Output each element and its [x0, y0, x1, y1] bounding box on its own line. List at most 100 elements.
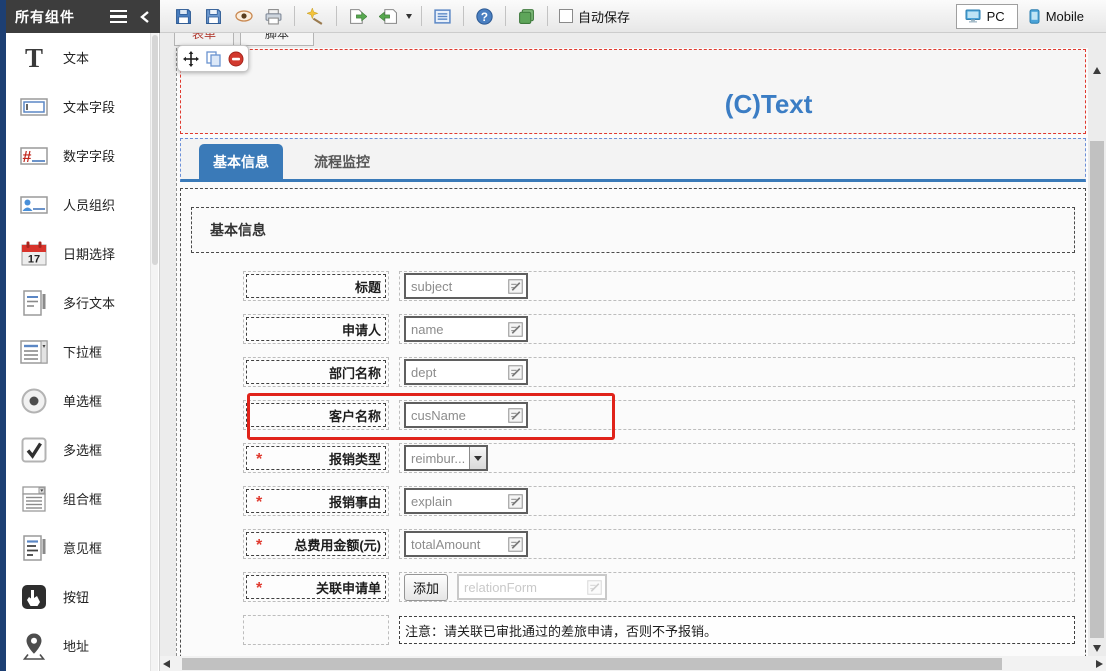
pc-monitor-icon — [965, 9, 981, 23]
help-icon[interactable]: ? — [471, 4, 498, 29]
component-mini-toolbar — [177, 45, 249, 72]
sidebar-item-person-org[interactable]: 人员组织 — [6, 180, 159, 229]
combobox-icon — [18, 483, 50, 515]
canvas-horizontal-scrollbar[interactable] — [160, 656, 1106, 671]
field-input-name[interactable]: name — [404, 316, 528, 342]
section-header[interactable]: 基本信息 — [191, 207, 1075, 253]
scroll-right-arrow-icon[interactable] — [1096, 660, 1103, 668]
sidebar-item-address[interactable]: 地址 — [6, 621, 159, 670]
text-field-icon — [18, 91, 50, 123]
sidebar-scrollbar[interactable] — [150, 33, 158, 671]
horizontal-scroll-thumb[interactable] — [182, 657, 1002, 670]
save-as-icon[interactable] — [200, 4, 227, 29]
mobile-phone-icon — [1029, 8, 1040, 24]
form-tab-strip: 基本信息 流程监控 — [180, 138, 1086, 182]
form-body-container: 基本信息 标题 subject 申请人 name 部门名称 dept 客户名称 … — [180, 188, 1086, 671]
sidebar-item-dropdown[interactable]: 下拉框 — [6, 327, 159, 376]
add-relation-button[interactable]: 添加 — [404, 573, 449, 601]
svg-text:17: 17 — [28, 253, 40, 265]
note-text-component[interactable]: 注意：请关联已审批通过的差旅申请，否则不予报销。 — [399, 616, 1075, 644]
field-input-relation-form[interactable]: relationForm — [457, 574, 608, 600]
svg-text:#: # — [23, 149, 32, 166]
form-title[interactable]: (C)Text — [725, 89, 813, 120]
import-dropdown-caret-icon[interactable] — [404, 13, 414, 19]
form-row-explain: * 报销事由 explain — [243, 486, 1075, 516]
field-input-explain[interactable]: explain — [404, 488, 528, 514]
mobile-label: Mobile — [1045, 8, 1084, 24]
field-label-relation-form[interactable]: * 关联申请单 — [246, 575, 386, 599]
field-label-explain[interactable]: * 报销事由 — [246, 489, 386, 513]
canvas-vertical-scrollbar[interactable] — [1090, 63, 1105, 656]
sidebar-item-number-field[interactable]: # 数字字段 — [6, 131, 159, 180]
field-label-name[interactable]: 申请人 — [246, 317, 386, 341]
autosave-toggle[interactable]: 自动保存 — [559, 7, 630, 26]
magic-wand-icon[interactable] — [302, 4, 329, 29]
richtext-edit-icon — [508, 321, 523, 337]
field-input-total-amount[interactable]: totalAmount — [404, 531, 528, 557]
form-row-note: 注意：请关联已审批通过的差旅申请，否则不予报销。 — [243, 615, 1075, 645]
sidebar-header: 所有组件 — [6, 0, 160, 33]
sidebar-title: 所有组件 — [15, 8, 75, 25]
svg-text:?: ? — [481, 10, 488, 23]
move-icon[interactable] — [181, 49, 201, 69]
multiline-text-icon — [18, 287, 50, 319]
richtext-edit-icon — [508, 364, 523, 380]
field-input-subject[interactable]: subject — [404, 273, 528, 299]
form-tab-basic-info[interactable]: 基本信息 — [199, 144, 283, 179]
sidebar-item-checkbox[interactable]: 多选框 — [6, 425, 159, 474]
select-caret-icon[interactable] — [469, 447, 486, 469]
form-designer-page: (C)Text 基本信息 流程监控 基本信息 标题 subject 申请人 na… — [176, 48, 1088, 671]
collapse-sidebar-icon[interactable] — [139, 10, 151, 24]
field-input-dept[interactable]: dept — [404, 359, 528, 385]
sidebar-item-multiline-text[interactable]: 多行文本 — [6, 278, 159, 327]
address-icon — [18, 630, 50, 662]
form-tab-process-monitor[interactable]: 流程监控 — [300, 144, 384, 179]
field-label-cusname[interactable]: 客户名称 — [246, 403, 386, 427]
sidebar-item-button[interactable]: 按钮 — [6, 572, 159, 621]
scroll-up-arrow-icon[interactable] — [1093, 67, 1101, 74]
sidebar-item-text[interactable]: T 文本 — [6, 33, 159, 82]
autosave-checkbox[interactable] — [559, 9, 573, 23]
pc-label: PC — [986, 8, 1005, 24]
form-row-cusname: 客户名称 cusName — [243, 400, 1075, 430]
editor-tab-script[interactable]: 脚本 — [240, 33, 314, 46]
richtext-edit-icon — [508, 407, 523, 423]
field-label-dept[interactable]: 部门名称 — [246, 360, 386, 384]
print-icon[interactable] — [260, 4, 287, 29]
toolbar-separator — [547, 6, 548, 26]
toolbar-separator — [421, 6, 422, 26]
import-icon[interactable] — [374, 4, 401, 29]
delete-icon[interactable] — [226, 49, 246, 69]
sidebar-item-combobox[interactable]: 组合框 — [6, 474, 159, 523]
field-label-total-amount[interactable]: * 总费用金额(元) — [246, 532, 386, 556]
scroll-down-arrow-icon[interactable] — [1093, 645, 1101, 652]
sidebar-item-radio[interactable]: 单选框 — [6, 376, 159, 425]
richtext-edit-icon — [508, 278, 523, 294]
copy-icon[interactable] — [203, 49, 223, 69]
form-list-icon[interactable] — [429, 4, 456, 29]
sidebar-item-opinion-box[interactable]: 意见框 — [6, 523, 159, 572]
design-canvas: 表单 脚本 (C)Text 基本信息 流程监控 基本信息 标题 subject … — [160, 33, 1106, 671]
form-title-component[interactable]: (C)Text — [180, 49, 1086, 134]
layers-icon[interactable] — [513, 4, 540, 29]
date-picker-icon: 17 — [18, 238, 50, 270]
opinion-box-icon — [18, 532, 50, 564]
sidebar-item-date-picker[interactable]: 17 日期选择 — [6, 229, 159, 278]
text-icon: T — [18, 42, 50, 74]
save-icon[interactable] — [170, 4, 197, 29]
scroll-left-arrow-icon[interactable] — [163, 660, 170, 668]
field-input-cusname[interactable]: cusName — [404, 402, 528, 428]
sidebar-item-text-field[interactable]: 文本字段 — [6, 82, 159, 131]
field-label-reimburse-type[interactable]: * 报销类型 — [246, 446, 386, 470]
menu-icon[interactable] — [110, 9, 127, 24]
field-select-reimburse-type[interactable]: reimbur... — [404, 445, 488, 471]
pc-view-button[interactable]: PC — [955, 3, 1018, 29]
sidebar-scrollbar-thumb[interactable] — [152, 35, 158, 265]
vertical-scroll-thumb[interactable] — [1090, 141, 1104, 638]
export-icon[interactable] — [344, 4, 371, 29]
mobile-view-button[interactable]: Mobile — [1021, 4, 1096, 29]
richtext-edit-icon — [508, 493, 523, 509]
field-label-subject[interactable]: 标题 — [246, 274, 386, 298]
preview-eye-icon[interactable] — [230, 4, 257, 29]
toolbar-separator — [336, 6, 337, 26]
